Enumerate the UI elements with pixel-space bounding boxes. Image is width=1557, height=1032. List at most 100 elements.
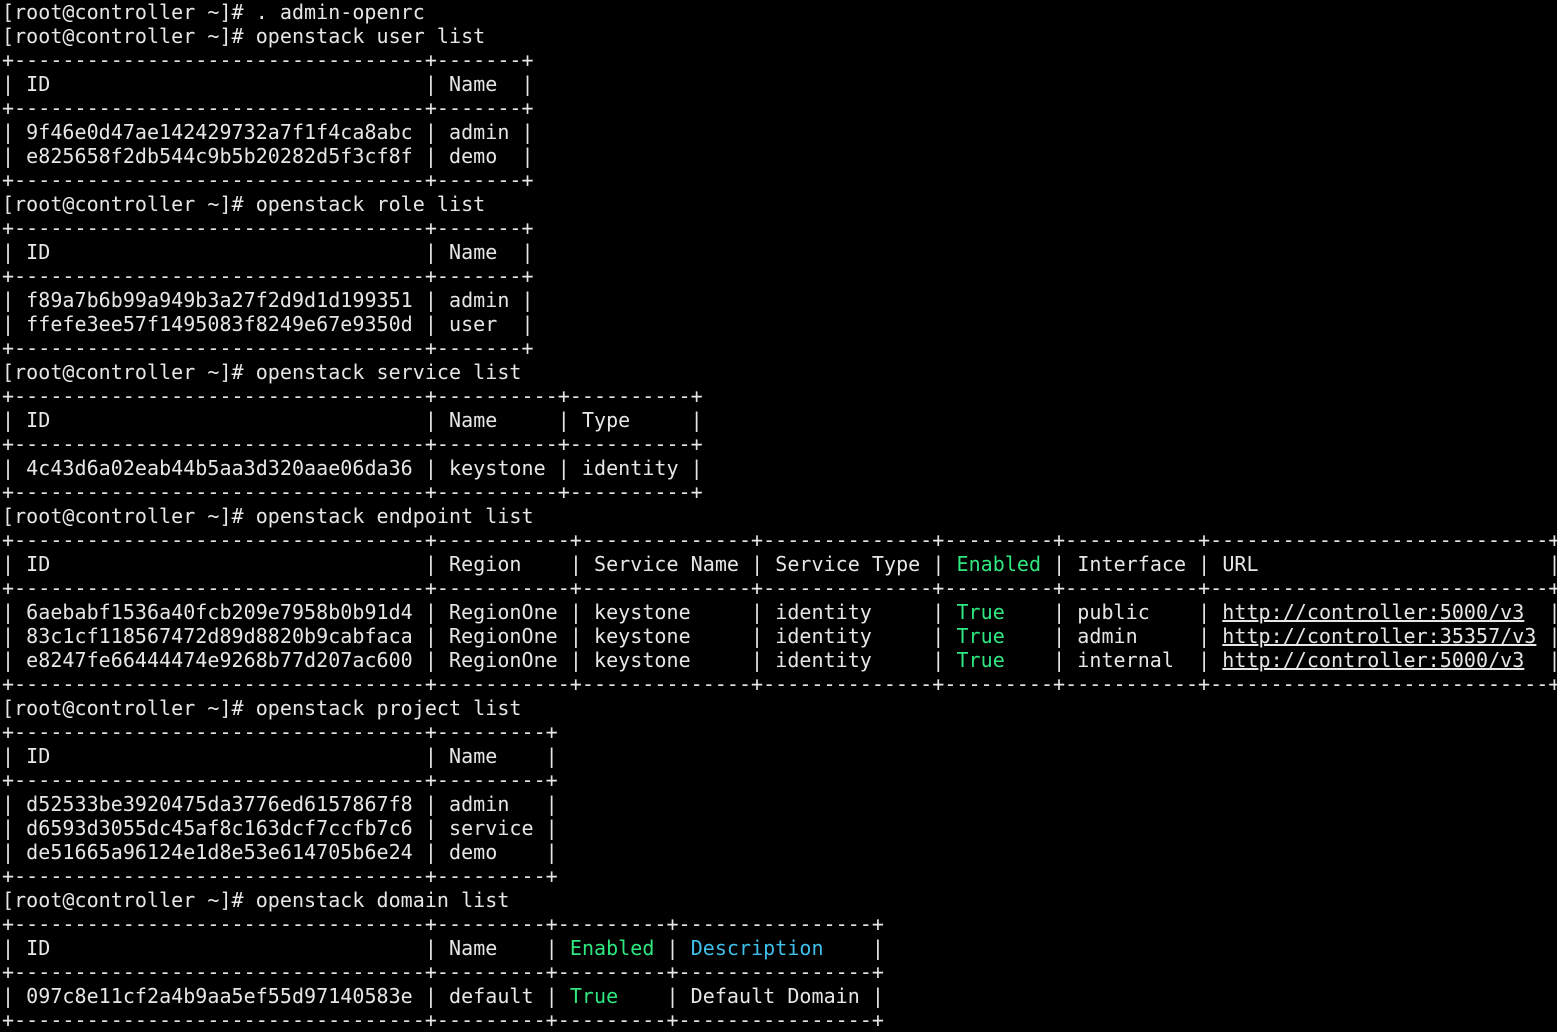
cell-id: 83c1cf118567472d89d8820b9cabfaca <box>26 624 413 648</box>
url-link[interactable]: http://controller:35357/v3 <box>1222 624 1536 648</box>
table-border: +----------------------------------+----… <box>2 264 534 288</box>
shell-prompt: [root@controller ~]# <box>2 360 256 384</box>
cell-region: RegionOne <box>449 624 558 648</box>
table-row: | 83c1cf118567472d89d8820b9cabfaca | Reg… <box>2 624 1557 648</box>
column-header-name: Name <box>449 408 498 432</box>
column-header-id: ID <box>26 72 51 96</box>
column-header-name: Name <box>449 936 498 960</box>
table-border: +----------------------------------+----… <box>2 168 534 192</box>
table-row: | e825658f2db544c9b5b20282d5f3cf8f | dem… <box>2 144 534 168</box>
table-border: +----------------------------------+----… <box>2 672 1557 696</box>
table-border: +----------------------------------+----… <box>2 96 534 120</box>
table-row: | d52533be3920475da3776ed6157867f8 | adm… <box>2 792 558 816</box>
cell-interface: public <box>1077 600 1150 624</box>
cell-id: 4c43d6a02eab44b5aa3d320aae06da36 <box>26 456 413 480</box>
shell-prompt: [root@controller ~]# <box>2 696 256 720</box>
table-border: +----------------------------------+----… <box>2 912 884 936</box>
column-header-service-name: Service Name <box>594 552 740 576</box>
table-row: | de51665a96124e1d8e53e614705b6e24 | dem… <box>2 840 558 864</box>
cell-id: 097c8e11cf2a4b9aa5ef55d97140583e <box>26 984 413 1008</box>
command-text: openstack project list <box>255 696 522 720</box>
table-border: +----------------------------------+----… <box>2 480 703 504</box>
cell-id: 6aebabf1536a40fcb209e7958b0b91d4 <box>26 600 413 624</box>
table-border: +----------------------------------+----… <box>2 960 884 984</box>
column-header-url: URL <box>1222 552 1259 576</box>
table-header-row: | ID | Name | <box>2 744 558 768</box>
cell-service-name: keystone <box>594 600 691 624</box>
cell-id: de51665a96124e1d8e53e614705b6e24 <box>26 840 413 864</box>
cell-service-type: identity <box>775 624 872 648</box>
cell-region: RegionOne <box>449 648 558 672</box>
cell-id: f89a7b6b99a949b3a27f2d9d1d199351 <box>26 288 413 312</box>
prompt-line: [root@controller ~]# openstack role list <box>2 192 1557 216</box>
prompt-line: [root@controller ~]# openstack domain li… <box>2 888 1557 912</box>
table-header-row: | ID | Name | <box>2 72 534 96</box>
table-row: | 9f46e0d47ae142429732a7f1f4ca8abc | adm… <box>2 120 534 144</box>
shell-prompt: [root@controller ~]# <box>2 192 256 216</box>
prompt-line: [root@controller ~]# openstack service l… <box>2 360 1557 384</box>
cell-id: d6593d3055dc45af8c163dcf7ccfb7c6 <box>26 816 413 840</box>
cell-service-name: keystone <box>594 624 691 648</box>
table-border: +----------------------------------+----… <box>2 432 703 456</box>
table-row: | 097c8e11cf2a4b9aa5ef55d97140583e | def… <box>2 984 884 1008</box>
table-border: +----------------------------------+----… <box>2 48 534 72</box>
shell-prompt: [root@controller ~]# <box>2 24 256 48</box>
cell-name: admin <box>449 288 510 312</box>
table-header-row: | ID | Name | Enabled | Description | <box>2 936 884 960</box>
column-header-id: ID <box>26 240 51 264</box>
column-header-enabled: Enabled <box>956 552 1042 576</box>
prompt-line: [root@controller ~]# openstack project l… <box>2 696 1557 720</box>
table-border: +----------------------------------+----… <box>2 576 1557 600</box>
cell-enabled: True <box>956 648 1005 672</box>
command-text: openstack endpoint list <box>255 504 534 528</box>
shell-prompt: [root@controller ~]# <box>2 504 256 528</box>
table-header-row: | ID | Region | Service Name | Service T… <box>2 552 1557 576</box>
command-text: . admin-openrc <box>255 0 425 24</box>
table-row: | 6aebabf1536a40fcb209e7958b0b91d4 | Reg… <box>2 600 1557 624</box>
table-row: | f89a7b6b99a949b3a27f2d9d1d199351 | adm… <box>2 288 534 312</box>
cell-name: demo <box>449 840 498 864</box>
cell-id: e8247fe66444474e9268b77d207ac600 <box>26 648 413 672</box>
cell-interface: admin <box>1077 624 1138 648</box>
shell-prompt: [root@controller ~]# <box>2 888 256 912</box>
cell-service-type: identity <box>775 600 872 624</box>
cell-name: default <box>449 984 534 1008</box>
column-header-type: Type <box>581 408 631 432</box>
cell-id: e825658f2db544c9b5b20282d5f3cf8f <box>26 144 413 168</box>
column-header-name: Name <box>449 72 498 96</box>
table-header-row: | ID | Name | <box>2 240 534 264</box>
column-header-id: ID <box>26 408 51 432</box>
cell-type: identity <box>581 456 679 480</box>
cell-name: user <box>449 312 498 336</box>
table-border: +----------------------------------+----… <box>2 864 558 888</box>
url-link[interactable]: http://controller:5000/v3 <box>1222 648 1524 672</box>
cell-service-name: keystone <box>594 648 691 672</box>
shell-prompt: [root@controller ~]# <box>2 0 256 24</box>
table-border: +----------------------------------+----… <box>2 720 558 744</box>
cell-service-type: identity <box>775 648 872 672</box>
cell-id: ffefe3ee57f1495083f8249e67e9350d <box>26 312 413 336</box>
cell-enabled: True <box>569 984 619 1008</box>
table-border: +----------------------------------+----… <box>2 384 703 408</box>
column-header-region: Region <box>449 552 522 576</box>
terminal-window[interactable]: [root@controller ~]# . admin-openrc [root… <box>0 0 1557 1032</box>
column-header-name: Name <box>449 744 498 768</box>
cell-enabled: True <box>956 600 1005 624</box>
cell-id: 9f46e0d47ae142429732a7f1f4ca8abc <box>26 120 413 144</box>
cell-name: admin <box>449 792 510 816</box>
cell-name: admin <box>449 120 510 144</box>
table-border: +----------------------------------+----… <box>2 1008 884 1032</box>
table-row: | ffefe3ee57f1495083f8249e67e9350d | use… <box>2 312 534 336</box>
table-row: | d6593d3055dc45af8c163dcf7ccfb7c6 | ser… <box>2 816 558 840</box>
command-text: openstack user list <box>255 24 486 48</box>
cell-region: RegionOne <box>449 600 558 624</box>
prompt-line: [root@controller ~]# openstack endpoint … <box>2 504 1557 528</box>
table-row: | 4c43d6a02eab44b5aa3d320aae06da36 | key… <box>2 456 703 480</box>
column-header-description: Description <box>690 936 824 960</box>
cell-name: keystone <box>449 456 546 480</box>
prompt-line: [root@controller ~]# . admin-openrc <box>2 0 1557 24</box>
command-text: openstack service list <box>255 360 522 384</box>
table-header-row: | ID | Name | Type | <box>2 408 703 432</box>
column-header-interface: Interface <box>1077 552 1187 576</box>
url-link[interactable]: http://controller:5000/v3 <box>1222 600 1524 624</box>
